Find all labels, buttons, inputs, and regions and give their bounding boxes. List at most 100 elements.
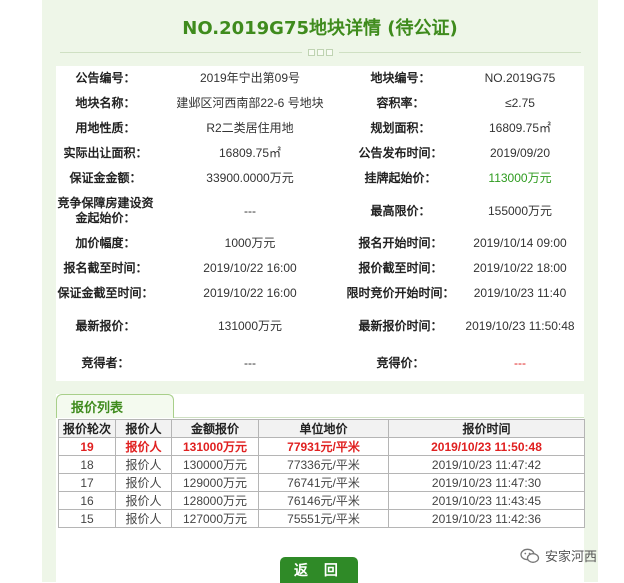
cell-bidder: 报价人 — [115, 455, 172, 474]
announcement-no-value: 2019年宁出第09号 — [199, 71, 301, 85]
bid-table-header: 报价轮次 报价人 金额报价 单位地价 报价时间 — [58, 419, 585, 438]
cell-unit-price: 76741元/平米 — [258, 473, 389, 492]
parcel-no-label: 地块编号： — [370, 71, 431, 85]
winner-value: --- — [244, 356, 256, 370]
info-row: 报名截至时间： 2019/10/22 16:00 报价截至时间： 2019/10… — [56, 256, 584, 281]
latest-bid-label: 最新报价： — [75, 318, 136, 333]
winning-price-value: --- — [514, 356, 526, 370]
cell-unit-price: 77336元/平米 — [258, 455, 389, 474]
increment-value: 1000万元 — [224, 236, 276, 250]
cell-bidder: 报价人 — [115, 491, 172, 510]
cell-round: 18 — [58, 455, 116, 474]
housing-fund-label: 竞争保障房建设资金起始价： — [57, 196, 154, 225]
cell-bidder: 报价人 — [115, 509, 172, 528]
deposit-label: 保证金金额： — [69, 171, 142, 185]
planned-area-label: 规划面积： — [370, 121, 431, 135]
deposit-deadline-value: 2019/10/22 16:00 — [203, 286, 297, 300]
cell-bid-time: 2019/10/23 11:42:36 — [388, 509, 585, 528]
info-row: 保证金截至时间： 2019/10/22 16:00 限时竞价开始时间： 2019… — [56, 281, 584, 306]
cell-bid-time: 2019/10/23 11:47:42 — [388, 455, 585, 474]
watermark-text: 安家河西 — [545, 549, 598, 564]
info-row: 公告编号： 2019年宁出第09号 地块编号： NO.2019G75 — [56, 66, 584, 91]
header-unit-price: 单位地价 — [258, 419, 389, 438]
watermark: 安家河西 — [520, 546, 597, 565]
bid-end-label: 报价截至时间： — [358, 261, 443, 275]
latest-bid-time-label: 最新报价时间： — [358, 318, 443, 333]
announcement-no-label: 公告编号： — [75, 71, 136, 85]
bid-end-value: 2019/10/22 18:00 — [473, 261, 567, 275]
info-row: 保证金金额： 33900.0000万元 挂牌起始价： 113000万元 — [56, 166, 584, 191]
cell-round: 19 — [58, 437, 116, 456]
cell-unit-price: 76146元/平米 — [258, 491, 389, 510]
cell-amount: 128000万元 — [171, 491, 259, 510]
info-row: 加价幅度： 1000万元 报名开始时间： 2019/10/14 09:00 — [56, 231, 584, 256]
registration-start-value: 2019/10/14 09:00 — [473, 236, 567, 250]
header-bidder: 报价人 — [115, 419, 172, 438]
plot-ratio-label: 容积率： — [376, 96, 425, 110]
cell-bidder: 报价人 — [115, 437, 172, 456]
table-row: 17 报价人 129000万元 76741元/平米 2019/10/23 11:… — [58, 473, 585, 492]
info-row: 地块名称： 建邺区河西南部22-6 号地块 容积率： ≤2.75 — [56, 91, 584, 116]
parcel-name-label: 地块名称： — [75, 96, 136, 110]
table-row: 15 报价人 127000万元 75551元/平米 2019/10/23 11:… — [58, 509, 585, 528]
registration-end-value: 2019/10/22 16:00 — [203, 261, 297, 275]
info-row: 竞得者： --- 竞得价： --- — [56, 346, 584, 381]
planned-area-value: 16809.75㎡ — [488, 121, 552, 135]
cell-round: 17 — [58, 473, 116, 492]
deposit-value: 33900.0000万元 — [206, 171, 294, 185]
plot-ratio-value: ≤2.75 — [505, 96, 535, 110]
actual-area-label: 实际出让面积： — [63, 146, 148, 160]
parcel-info-table: 公告编号： 2019年宁出第09号 地块编号： NO.2019G75 地块名称：… — [56, 66, 584, 381]
info-row: 最新报价： 131000万元 最新报价时间： 2019/10/23 11:50:… — [56, 306, 584, 346]
header-bid-time: 报价时间 — [388, 419, 585, 438]
return-button[interactable]: 返 回 — [280, 557, 358, 583]
winner-label: 竞得者： — [81, 356, 130, 370]
table-row: 19 报价人 131000万元 77931元/平米 2019/10/23 11:… — [58, 437, 585, 456]
publish-time-label: 公告发布时间： — [358, 146, 443, 160]
parcel-name-value: 建邺区河西南部22-6 号地块 — [176, 96, 324, 110]
cell-bid-time: 2019/10/23 11:47:30 — [388, 473, 585, 492]
tab-divider — [174, 417, 584, 418]
header-round: 报价轮次 — [58, 419, 116, 438]
parcel-no-value: NO.2019G75 — [484, 71, 556, 85]
wechat-icon — [520, 548, 540, 563]
starting-price-value: 113000万元 — [488, 171, 552, 185]
publish-time-value: 2019/09/20 — [489, 146, 551, 160]
title-divider — [42, 44, 598, 60]
cell-amount: 130000万元 — [171, 455, 259, 474]
page-title: NO.2019G75地块详情 (待公证) — [182, 18, 458, 39]
deposit-deadline-label: 保证金截至时间： — [57, 286, 154, 300]
cell-amount: 127000万元 — [171, 509, 259, 528]
land-use-value: R2二类居住用地 — [206, 121, 294, 135]
bid-list-section: 报价列表 报价轮次 报价人 金额报价 单位地价 报价时间 19 报价人 1310… — [56, 394, 585, 582]
cell-amount: 131000万元 — [171, 437, 259, 456]
winning-price-label: 竞得价： — [376, 356, 425, 370]
header-amount: 金额报价 — [171, 419, 259, 438]
latest-bid-value: 131000万元 — [217, 318, 283, 333]
increment-label: 加价幅度： — [75, 236, 136, 250]
cell-bid-time: 2019/10/23 11:50:48 — [388, 437, 585, 456]
info-row: 竞争保障房建设资金起始价： --- 最高限价： 155000万元 — [56, 191, 584, 231]
registration-start-label: 报名开始时间： — [358, 236, 443, 250]
land-use-label: 用地性质： — [75, 121, 136, 135]
cell-bidder: 报价人 — [115, 473, 172, 492]
housing-fund-value: --- — [244, 203, 256, 218]
info-row: 用地性质： R2二类居住用地 规划面积： 16809.75㎡ — [56, 116, 584, 141]
bid-table: 报价轮次 报价人 金额报价 单位地价 报价时间 19 报价人 131000万元 … — [58, 419, 585, 528]
table-row: 18 报价人 130000万元 77336元/平米 2019/10/23 11:… — [58, 455, 585, 474]
cell-bid-time: 2019/10/23 11:43:45 — [388, 491, 585, 510]
cell-amount: 129000万元 — [171, 473, 259, 492]
cell-unit-price: 77931元/平米 — [258, 437, 389, 456]
registration-end-label: 报名截至时间： — [63, 261, 148, 275]
latest-bid-time-value: 2019/10/23 11:50:48 — [465, 318, 575, 333]
tab-bid-list[interactable]: 报价列表 — [56, 394, 174, 418]
timed-bid-start-value: 2019/10/23 11:40 — [473, 286, 567, 300]
actual-area-value: 16809.75㎡ — [218, 146, 282, 160]
cell-round: 15 — [58, 509, 116, 528]
cell-round: 16 — [58, 491, 116, 510]
max-price-value: 155000万元 — [487, 203, 553, 218]
table-row: 16 报价人 128000万元 76146元/平米 2019/10/23 11:… — [58, 491, 585, 510]
info-row: 实际出让面积： 16809.75㎡ 公告发布时间： 2019/09/20 — [56, 141, 584, 166]
timed-bid-start-label: 限时竞价开始时间： — [346, 286, 455, 300]
max-price-label: 最高限价： — [370, 203, 431, 218]
